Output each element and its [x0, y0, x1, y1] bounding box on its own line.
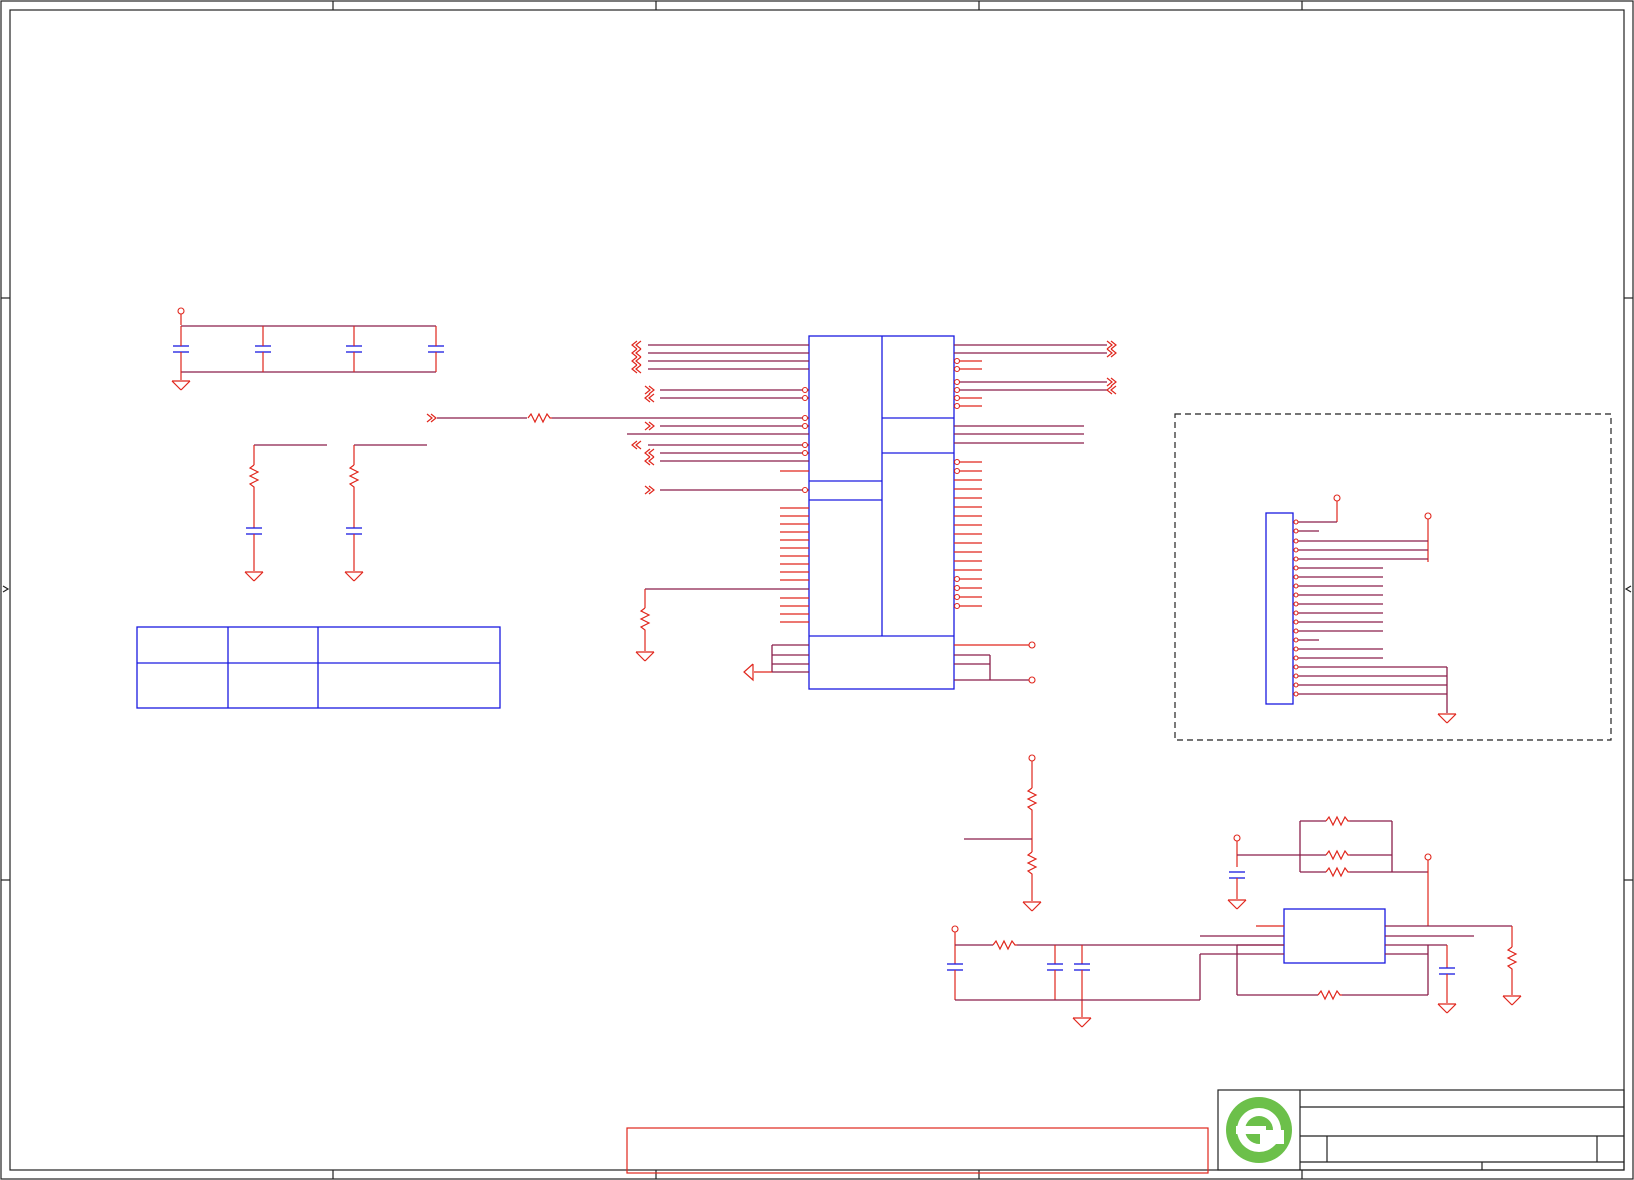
resistor-icon: [1027, 851, 1037, 877]
resistor-icon: [1325, 867, 1351, 877]
ic-left-nets: [426, 340, 809, 682]
voltage-divider: [964, 754, 1042, 912]
capacitor-icon: [254, 345, 272, 353]
resistor-icon: [1317, 990, 1343, 1000]
offpage-port-icon: [644, 485, 655, 495]
ground-icon: [1022, 901, 1042, 912]
capacitor-icon: [1046, 963, 1064, 971]
rc-network-left: [244, 444, 427, 582]
power-rail-icon: [1424, 853, 1432, 861]
ground-icon: [635, 651, 655, 662]
resistor-icon: [249, 464, 259, 490]
connector-block: [1174, 413, 1612, 741]
regulator-circuit: [946, 816, 1522, 1028]
ground-icon: [244, 571, 264, 582]
title-block: [1217, 1089, 1625, 1171]
ground-icon: [1502, 995, 1522, 1006]
config-table: [136, 626, 501, 709]
company-logo-icon: [1226, 1097, 1292, 1163]
capacitor-icon: [1073, 963, 1091, 971]
offpage-port-icon: [1106, 377, 1117, 395]
ground-icon: [743, 663, 754, 682]
capacitor-icon: [946, 963, 964, 971]
ground-icon: [171, 380, 191, 391]
resistor-icon: [1325, 816, 1351, 826]
capacitor-icon: [172, 345, 190, 353]
power-rail-icon: [177, 307, 185, 315]
power-rail-icon: [1028, 641, 1036, 649]
offpage-port-icon: [644, 385, 655, 403]
ground-icon: [1437, 1003, 1457, 1014]
offpage-port-icon: [426, 413, 437, 423]
resistor-icon: [992, 940, 1018, 950]
power-rail-icon: [1028, 676, 1036, 684]
resistor-icon: [349, 464, 359, 490]
offpage-port-icon: [644, 421, 655, 431]
capacitor-icon: [427, 345, 445, 353]
capacitor-icon: [1438, 967, 1456, 975]
ground-icon: [344, 571, 364, 582]
offpage-port-icon: [1106, 340, 1117, 358]
ground-icon: [1227, 899, 1247, 910]
resistor-icon: [1507, 946, 1517, 972]
capacitor-icon: [1228, 871, 1246, 879]
power-rail-icon: [1233, 834, 1241, 842]
power-rail-icon: [1028, 754, 1036, 762]
main-ic: [808, 335, 955, 690]
power-rail-icon: [951, 925, 959, 933]
offpage-port-icon: [631, 340, 642, 374]
resistor-icon: [1027, 787, 1037, 813]
decoupling-capacitor-bank: [171, 307, 445, 391]
notice-box: [626, 1127, 1209, 1174]
resistor-icon: [1325, 850, 1351, 860]
resistor-icon: [640, 607, 650, 633]
ground-icon: [1437, 713, 1457, 724]
resistor-icon: [527, 413, 553, 423]
capacitor-icon: [245, 527, 263, 535]
schematic-canvas: [0, 0, 1634, 1180]
regulator-ic: [1283, 908, 1386, 964]
power-rail-icon: [1333, 494, 1341, 502]
power-rail-icon: [1424, 512, 1432, 520]
capacitor-icon: [345, 527, 363, 535]
ground-icon: [1072, 1017, 1092, 1028]
drawing-frame: [0, 0, 1634, 1180]
capacitor-icon: [345, 345, 363, 353]
ic-right-nets: [953, 340, 1117, 684]
connector-header: [1265, 512, 1294, 705]
